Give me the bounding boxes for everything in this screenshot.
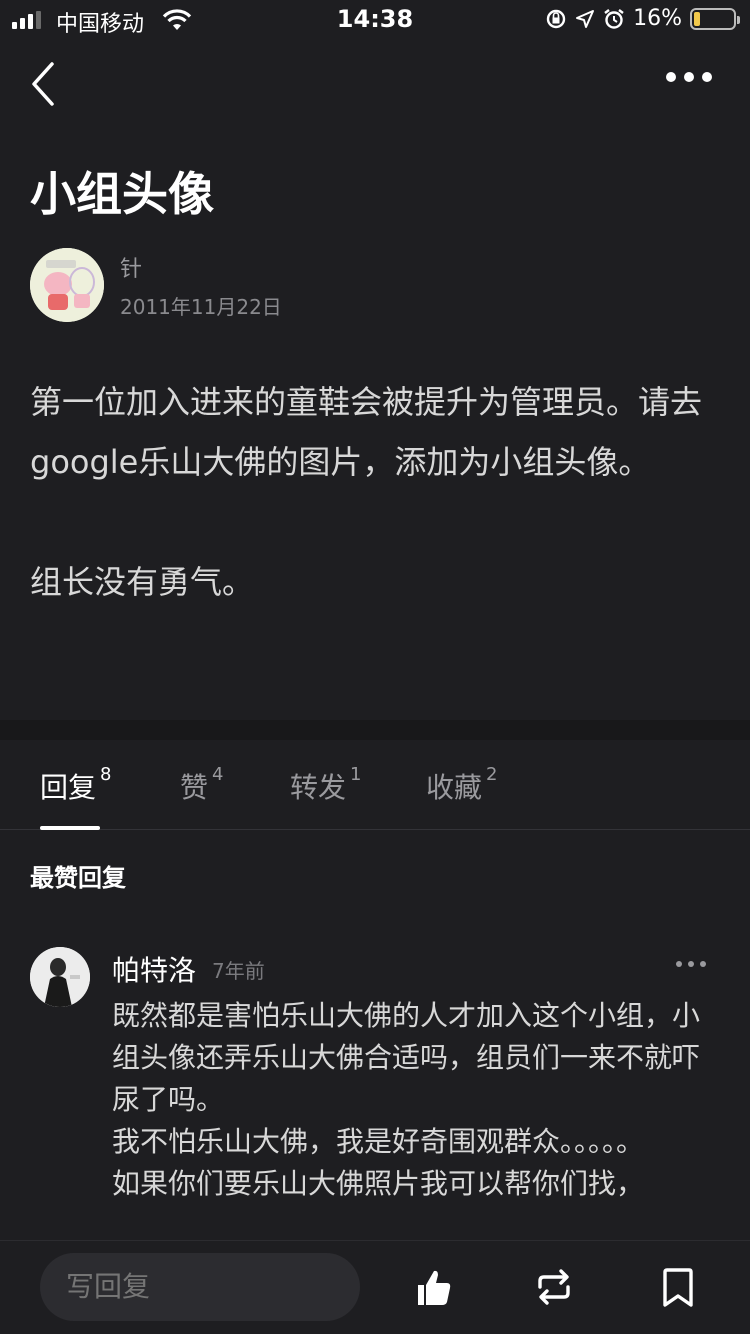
alarm-icon xyxy=(604,8,624,29)
tab-likes[interactable]: 赞4 xyxy=(180,764,223,806)
tab-favorites[interactable]: 收藏 2 xyxy=(426,764,497,806)
active-tab-indicator xyxy=(40,826,100,830)
reply-line: 我不怕乐山大佛，我是好奇围观群众。。。。。 xyxy=(112,1125,645,1158)
reply-more-icon[interactable] xyxy=(676,961,706,967)
reply-time: 7年前 xyxy=(212,959,265,983)
battery-percent: 16% xyxy=(633,6,682,31)
reply-line: 既然都是害怕乐山大佛的人才加入这个小组，小组头像还弄乐山大佛合适吗，组员们一来不… xyxy=(112,999,701,1116)
author-block[interactable]: 针 2011年11月22日 xyxy=(30,248,282,322)
tab-reposts[interactable]: 转发 1 xyxy=(290,764,361,806)
reply-input[interactable] xyxy=(40,1253,360,1321)
section-divider xyxy=(0,720,750,740)
author-name[interactable]: 针 xyxy=(120,251,282,283)
reply-avatar[interactable] xyxy=(30,947,90,1007)
post-paragraph: 组长没有勇气。 xyxy=(30,563,255,601)
section-heading: 最赞回复 xyxy=(30,864,126,892)
author-avatar[interactable] xyxy=(30,248,104,322)
back-icon[interactable] xyxy=(26,58,66,110)
battery-icon xyxy=(690,7,740,30)
more-options-icon[interactable] xyxy=(666,72,712,82)
post-paragraph: 第一位加入进来的童鞋会被提升为管理员。请去google乐山大佛的图片，添加为小组… xyxy=(30,383,703,481)
thumbs-up-icon[interactable] xyxy=(410,1265,454,1309)
location-icon xyxy=(576,9,595,28)
post-title: 小组头像 xyxy=(30,167,214,221)
post-body: 第一位加入进来的童鞋会被提升为管理员。请去google乐山大佛的图片，添加为小组… xyxy=(30,372,710,612)
status-bar: 中国移动 14:38 16% xyxy=(0,0,750,40)
repost-icon[interactable] xyxy=(532,1265,576,1309)
orientation-lock-icon xyxy=(546,9,566,28)
bottom-action-bar xyxy=(0,1240,750,1334)
reply-body: 既然都是害怕乐山大佛的人才加入这个小组，小组头像还弄乐山大佛合适吗，组员们一来不… xyxy=(112,995,702,1205)
reply-line: 如果你们要乐山大佛照片我可以帮你们找， xyxy=(112,1167,645,1200)
tab-bar: 回复 8 赞4 转发 1 收藏 2 xyxy=(0,742,750,830)
bookmark-icon[interactable] xyxy=(656,1265,700,1309)
tab-replies[interactable]: 回复 8 xyxy=(40,764,111,806)
post-date: 2011年11月22日 xyxy=(120,294,282,319)
reply-author-name[interactable]: 帕特洛 xyxy=(112,949,196,989)
